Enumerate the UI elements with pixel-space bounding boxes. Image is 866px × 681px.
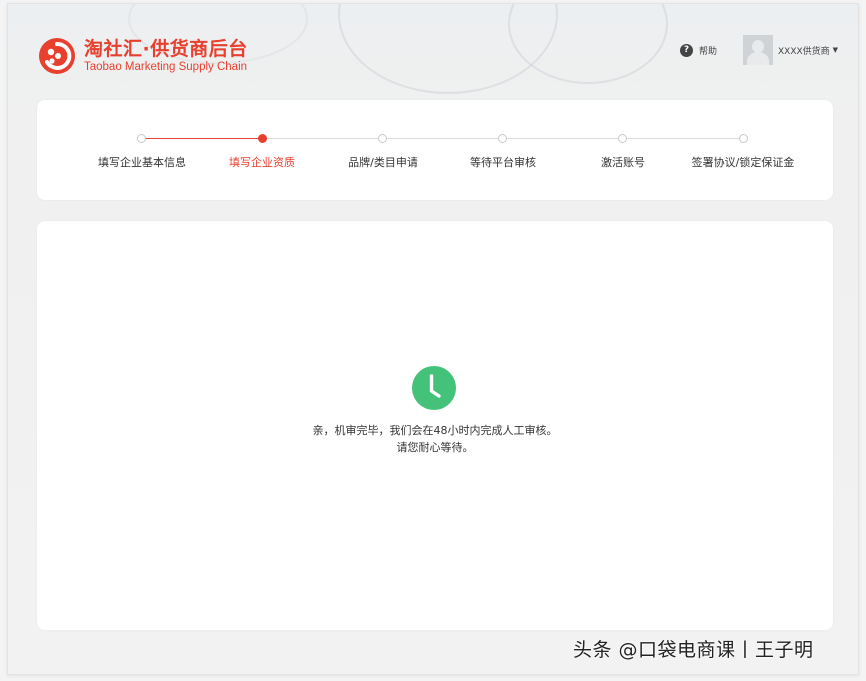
help-label: 帮助 — [699, 47, 718, 57]
step-label-6: 签署协议/锁定保证金 — [691, 156, 795, 169]
step-dot-2 — [258, 134, 267, 143]
step-label-1: 填写企业基本信息 — [98, 156, 186, 169]
logo-icon — [39, 38, 75, 74]
step-dot-4 — [498, 134, 507, 143]
step-connector — [622, 138, 743, 139]
user-name: XXXX供货商 — [778, 46, 830, 57]
brand-title: 淘社汇·供货商后台 — [84, 37, 248, 60]
step-dot-3 — [378, 134, 387, 143]
step-dot-6 — [739, 134, 748, 143]
status-message-note: 请您耐心等待。 — [396, 441, 474, 454]
clock-icon — [412, 366, 456, 410]
user-menu[interactable]: XXXX供货商 ▼ — [743, 35, 838, 65]
step-connector — [141, 138, 262, 139]
step-dot-5 — [618, 134, 627, 143]
status-panel: 亲，机审完毕，我们会在48小时内完成人工审核。 请您耐心等待。 — [37, 221, 833, 630]
step-dot-1 — [137, 134, 146, 143]
status-message: 亲，机审完毕，我们会在48小时内完成人工审核。 — [312, 424, 558, 437]
watermark-text: 头条 @口袋电商课丨王子明 — [573, 639, 814, 661]
step-label-2: 填写企业资质 — [229, 156, 295, 169]
step-connector — [262, 138, 382, 139]
help-link[interactable]: ? 帮助 — [680, 44, 717, 57]
progress-steps: 填写企业基本信息 填写企业资质 品牌/类目申请 等待平台审核 激活账号 签署协议… — [37, 100, 833, 200]
step-connector — [382, 138, 502, 139]
caret-down-icon: ▼ — [832, 46, 839, 54]
step-label-3: 品牌/类目申请 — [348, 156, 418, 169]
app-window: 淘社汇·供货商后台 Taobao Marketing Supply Chain … — [7, 3, 859, 675]
step-label-4: 等待平台审核 — [470, 156, 536, 169]
brand-logo[interactable]: 淘社汇·供货商后台 Taobao Marketing Supply Chain — [38, 37, 248, 75]
step-connector — [502, 138, 622, 139]
background-decoration — [508, 4, 668, 84]
avatar — [743, 35, 773, 65]
brand-subtitle: Taobao Marketing Supply Chain — [84, 60, 248, 73]
question-icon: ? — [680, 44, 693, 57]
step-label-5: 激活账号 — [601, 156, 645, 169]
